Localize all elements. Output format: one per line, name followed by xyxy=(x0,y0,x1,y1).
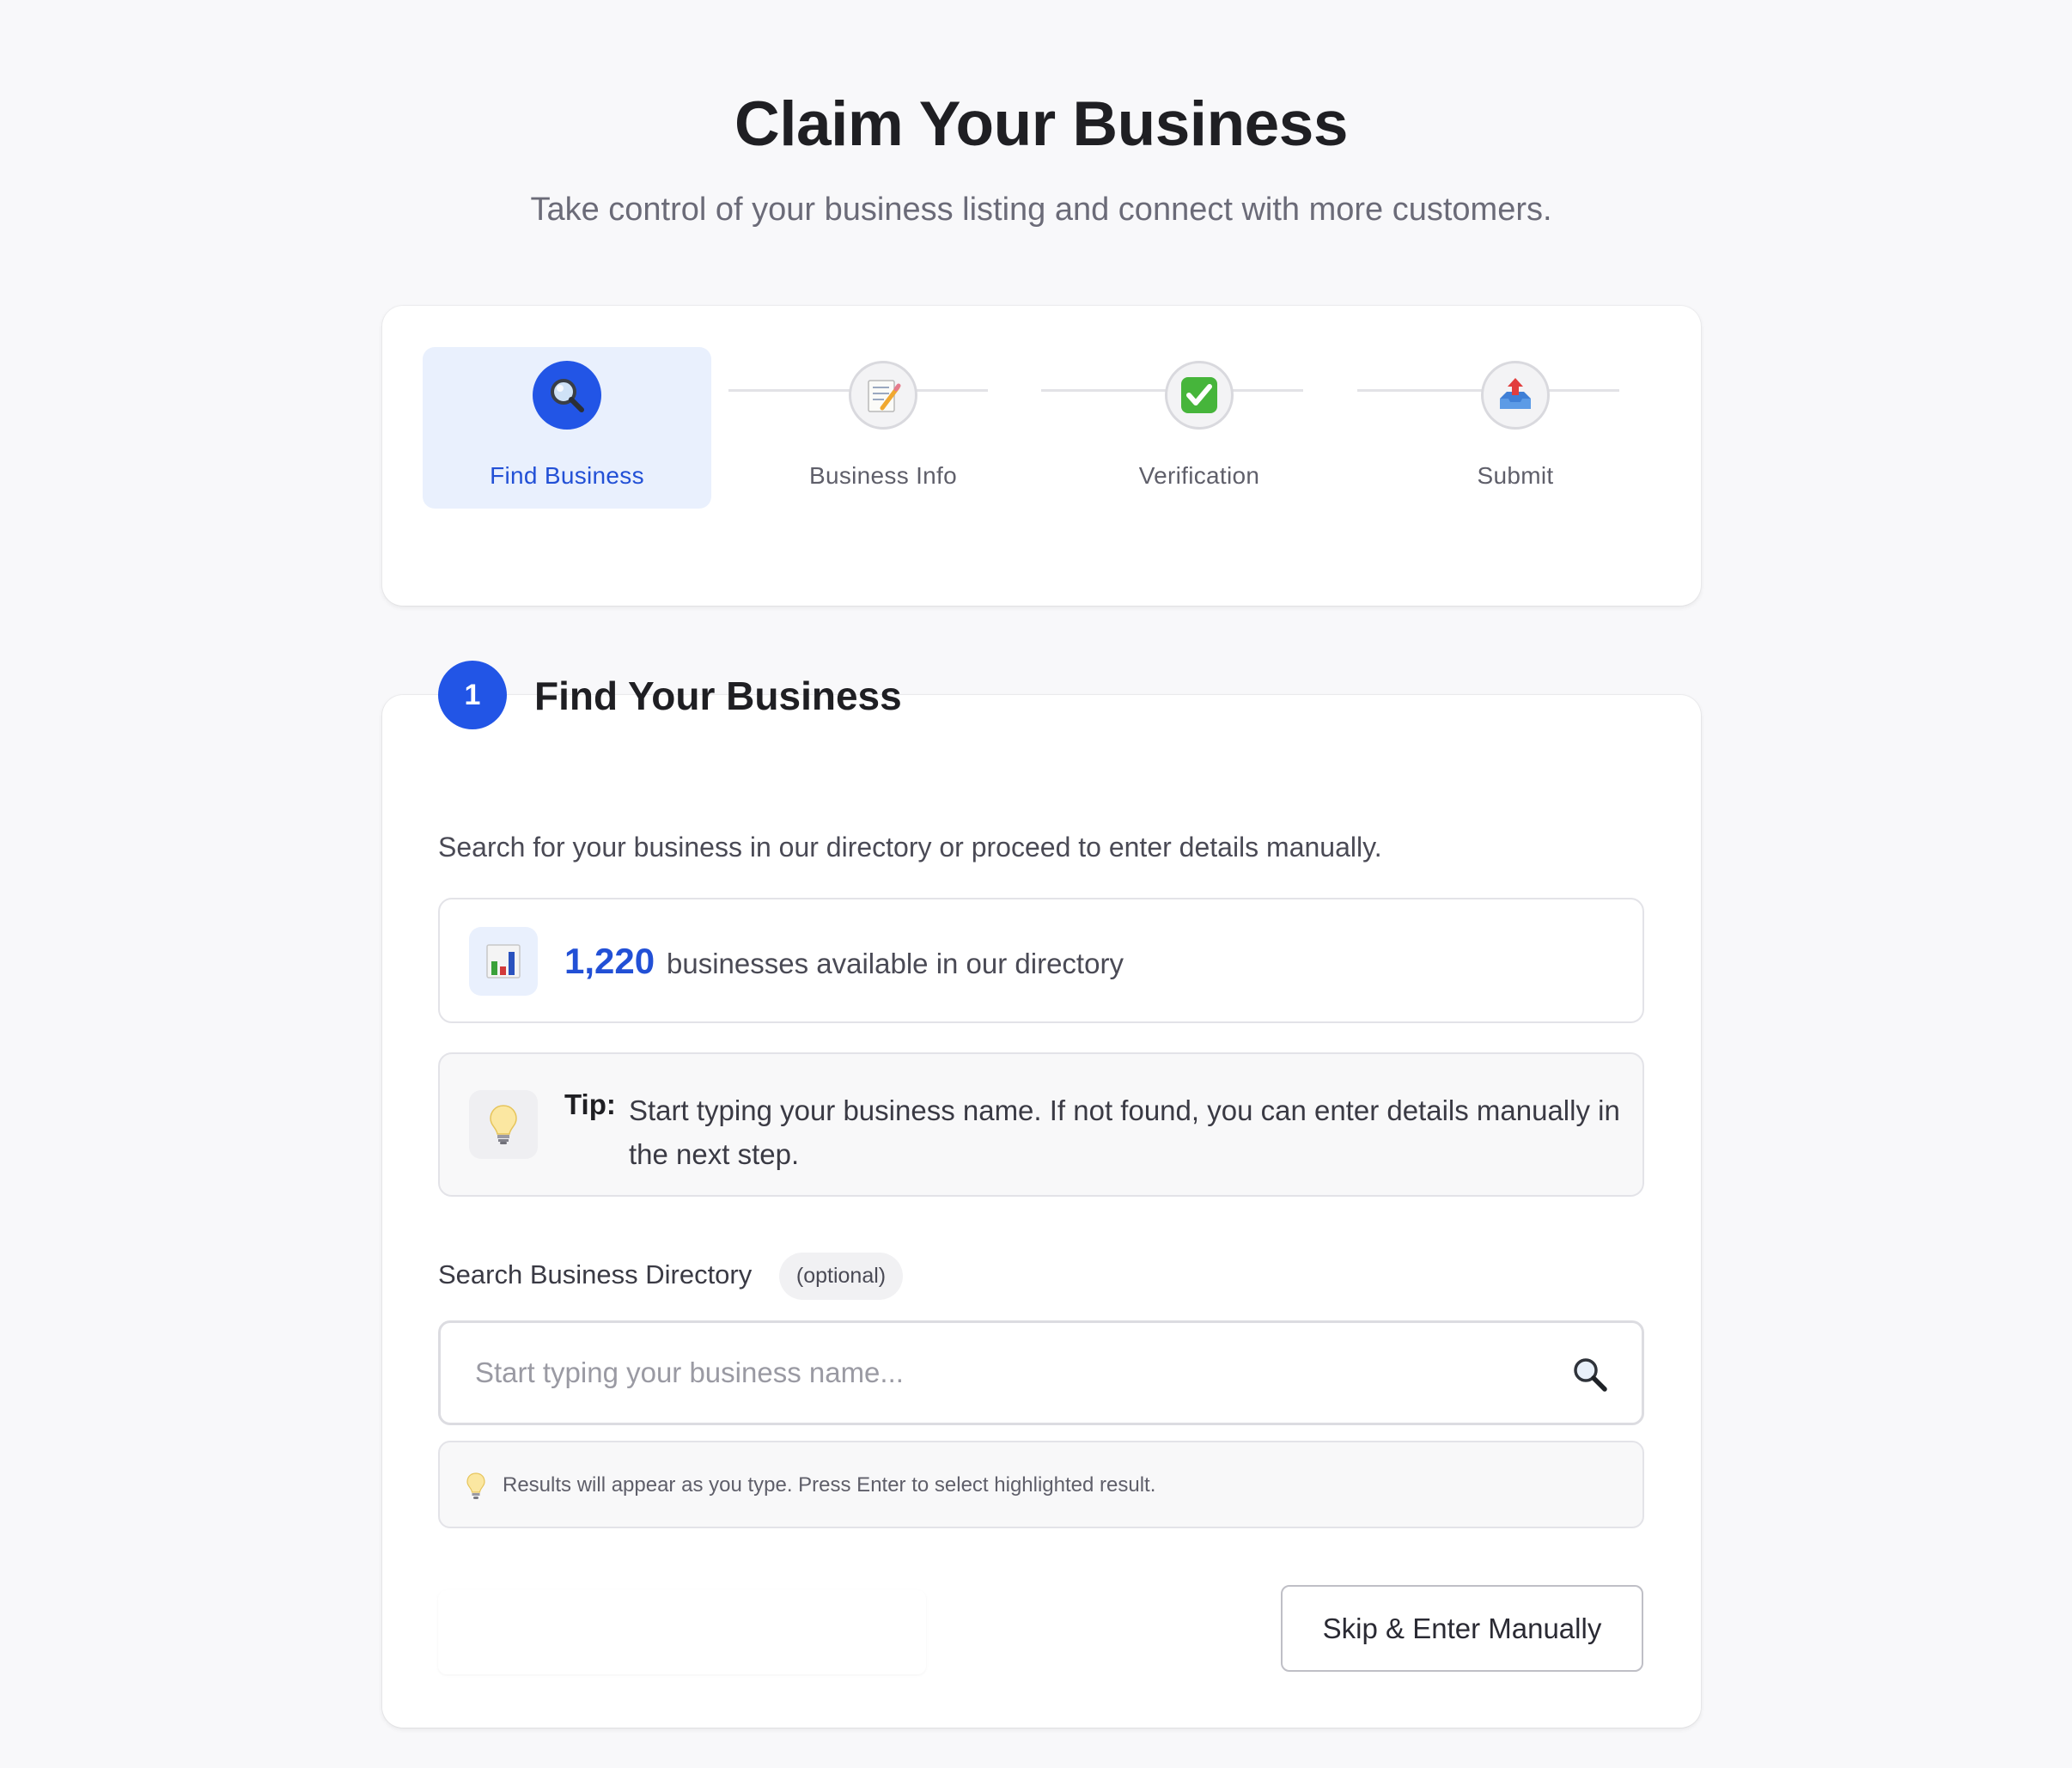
step-find-business[interactable]: Find Business xyxy=(423,347,711,509)
business-count-text: businesses available in our directory xyxy=(667,948,1124,979)
section-title: Find Your Business xyxy=(534,674,902,718)
tip-text: Start typing your business name. If not … xyxy=(629,1094,1620,1170)
search-hint: Results will appear as you type. Press E… xyxy=(438,1441,1644,1528)
search-field xyxy=(438,1320,1644,1425)
search-input[interactable] xyxy=(441,1323,1642,1423)
step-label: Business Info xyxy=(809,462,957,489)
lightbulb-icon xyxy=(469,1090,538,1159)
section-number-badge: 1 xyxy=(438,661,507,729)
outbox-tray-icon xyxy=(1481,361,1550,430)
step-submit[interactable]: Submit xyxy=(1371,347,1660,509)
memo-icon xyxy=(849,361,917,430)
check-mark-icon xyxy=(1165,361,1234,430)
skip-enter-manually-button[interactable]: Skip & Enter Manually xyxy=(1281,1585,1643,1672)
step-label: Verification xyxy=(1138,462,1260,489)
page-title: Claim Your Business xyxy=(734,89,1348,159)
search-hint-text: Results will appear as you type. Press E… xyxy=(503,1473,1156,1497)
search-label: Search Business Directory xyxy=(438,1259,753,1289)
tip-label: Tip: xyxy=(564,1088,616,1120)
page-subtitle: Take control of your business listing an… xyxy=(530,192,1552,228)
magnifier-icon xyxy=(533,361,601,430)
step-business-info[interactable]: Business Info xyxy=(739,347,1027,509)
directory-stats: 1,220 businesses available in our direct… xyxy=(438,898,1644,1023)
tip-box: Tip: Start typing your business name. If… xyxy=(438,1052,1644,1197)
step-label: Submit xyxy=(1477,462,1554,489)
placeholder-panel xyxy=(438,1590,926,1674)
step-label: Find Business xyxy=(490,462,644,489)
step-verification[interactable]: Verification xyxy=(1055,347,1344,509)
search-icon[interactable] xyxy=(1571,1356,1609,1393)
lightbulb-icon xyxy=(466,1472,486,1501)
claim-business-page: Claim Your Business Take control of your… xyxy=(0,0,2072,1768)
section-description: Search for your business in our director… xyxy=(438,832,1382,863)
business-count: 1,220 xyxy=(564,941,655,981)
optional-badge: (optional) xyxy=(779,1253,903,1300)
bar-chart-icon xyxy=(469,927,538,996)
